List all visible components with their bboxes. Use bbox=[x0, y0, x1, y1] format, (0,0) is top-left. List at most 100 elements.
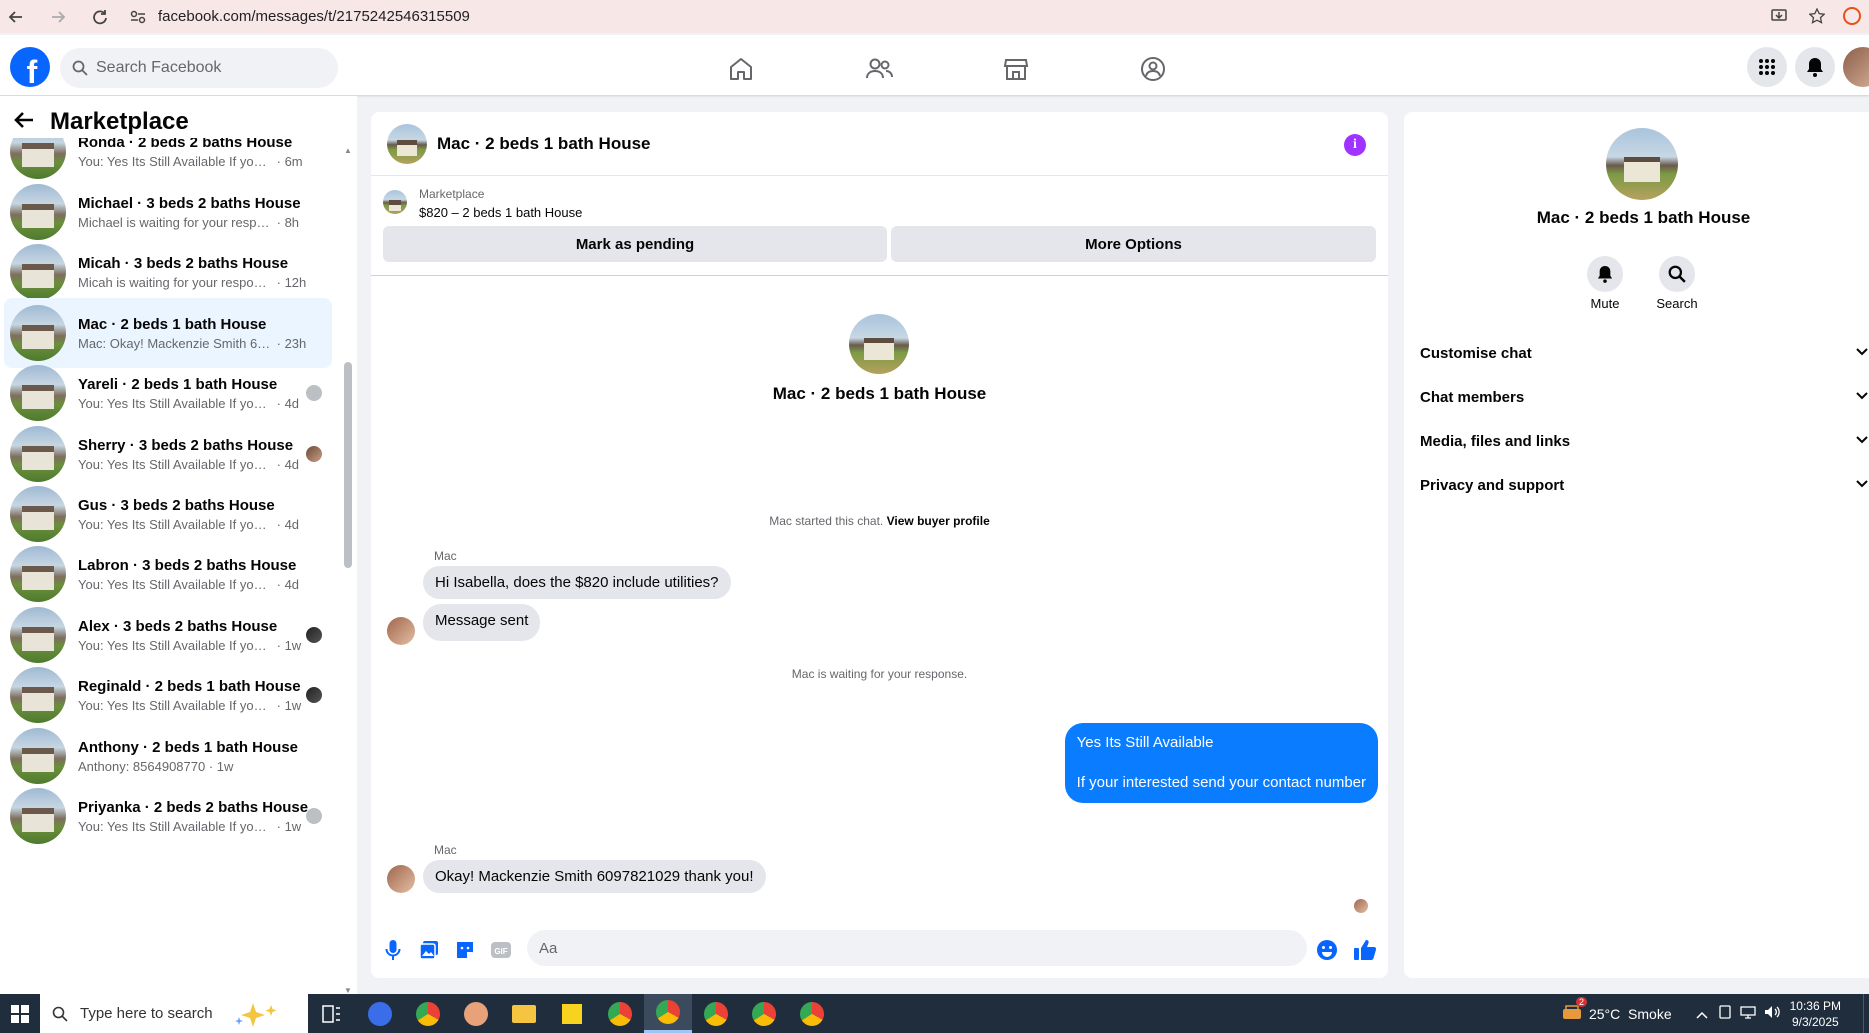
chat-listing-thumbnail[interactable] bbox=[387, 123, 427, 164]
seen-avatar bbox=[306, 808, 322, 824]
taskbar-chrome-icon[interactable] bbox=[788, 994, 836, 1033]
taskbar-app-c-icon[interactable] bbox=[356, 994, 404, 1033]
system-clock[interactable]: 10:36 PM 9/3/2025 bbox=[1790, 998, 1841, 1030]
install-app-icon[interactable] bbox=[1767, 4, 1791, 28]
account-avatar[interactable] bbox=[1843, 47, 1869, 87]
privacy-support-section[interactable]: Privacy and support bbox=[1420, 463, 1869, 507]
chat-header: Mac · 2 beds 1 bath House i bbox=[371, 112, 1388, 176]
nav-home[interactable] bbox=[686, 43, 796, 95]
browser-profile-icon[interactable] bbox=[1843, 7, 1861, 25]
emoji-icon[interactable] bbox=[1315, 938, 1339, 962]
mute-button[interactable] bbox=[1587, 256, 1623, 292]
taskbar-chrome-icon[interactable] bbox=[596, 994, 644, 1033]
thumbs-up-icon[interactable] bbox=[1353, 938, 1377, 962]
listing-price[interactable]: $820 – 2 beds 1 bath House bbox=[419, 205, 582, 220]
sender-avatar[interactable] bbox=[387, 617, 415, 645]
conversation-item[interactable]: Priyanka · 2 beds 2 baths House You: Yes… bbox=[4, 781, 332, 851]
conversation-item[interactable]: Micah · 3 beds 2 baths House Micah is wa… bbox=[4, 237, 332, 307]
menu-button[interactable] bbox=[1747, 47, 1787, 87]
nav-groups[interactable] bbox=[1098, 43, 1208, 95]
listing-thumbnail bbox=[10, 305, 66, 361]
system-tray: 2 25°C Smoke 10:36 PM 9/3/2025 bbox=[1561, 994, 1869, 1033]
nav-friends[interactable] bbox=[824, 43, 934, 95]
incoming-message[interactable]: Message sent bbox=[423, 604, 541, 641]
conversation-item[interactable]: Reginald · 2 beds 1 bath House You: Yes … bbox=[4, 660, 332, 730]
taskbar-sticky-notes-icon[interactable] bbox=[548, 994, 596, 1033]
friends-icon bbox=[866, 58, 893, 79]
conversation-name: Michael · 3 beds 2 baths House bbox=[78, 194, 301, 212]
listing-thumbnail bbox=[10, 244, 66, 300]
tray-overflow-icon[interactable] bbox=[1696, 1006, 1708, 1022]
scroll-up-arrow-icon[interactable]: ▲ bbox=[343, 146, 353, 155]
network-icon[interactable] bbox=[1739, 1005, 1756, 1022]
section-label: Chat members bbox=[1420, 388, 1525, 406]
chat-members-section[interactable]: Chat members bbox=[1420, 375, 1869, 419]
taskbar-chrome-icon[interactable] bbox=[740, 994, 788, 1033]
customise-chat-section[interactable]: Customise chat bbox=[1420, 331, 1869, 375]
mute-action[interactable]: Mute bbox=[1575, 256, 1635, 311]
reload-icon[interactable] bbox=[86, 3, 114, 31]
taskbar-chrome-icon[interactable] bbox=[692, 994, 740, 1033]
seen-avatar bbox=[306, 385, 322, 401]
incoming-message[interactable]: Hi Isabella, does the $820 include utili… bbox=[423, 566, 731, 599]
conversation-preview: You: Yes Its Still Available If your ... bbox=[78, 637, 273, 653]
search-icon bbox=[52, 1006, 68, 1022]
scroll-down-arrow-icon[interactable]: ▼ bbox=[343, 986, 353, 995]
read-receipt-avatar bbox=[1354, 899, 1368, 913]
conversation-preview: You: Yes Its Still Available If your ... bbox=[78, 697, 273, 713]
conversation-time: 23h bbox=[284, 335, 307, 351]
windows-taskbar: Type here to search 2 25°C Smoke 10:36 P bbox=[0, 994, 1869, 1033]
conversation-preview: You: Yes Its Still Available If your int… bbox=[78, 576, 273, 592]
weather-text[interactable]: 25°C Smoke bbox=[1589, 1006, 1672, 1022]
back-icon[interactable] bbox=[2, 3, 30, 31]
incoming-message[interactable]: Okay! Mackenzie Smith 6097821029 thank y… bbox=[423, 860, 766, 893]
sidebar-scrollbar[interactable]: ▲ ▼ bbox=[341, 146, 353, 995]
bookmark-star-icon[interactable] bbox=[1805, 4, 1829, 28]
search-in-conversation-button[interactable] bbox=[1659, 256, 1695, 292]
microphone-icon[interactable] bbox=[381, 938, 405, 962]
gif-icon[interactable]: GIF bbox=[489, 938, 513, 962]
message-input[interactable] bbox=[527, 930, 1307, 966]
info-icon[interactable]: i bbox=[1344, 134, 1366, 156]
conversation-name: Reginald · 2 beds 1 bath House bbox=[78, 677, 301, 695]
conversation-preview: You: Yes Its Still Available If your in.… bbox=[78, 153, 273, 169]
conversation-item[interactable]: Labron · 3 beds 2 baths House You: Yes I… bbox=[4, 539, 332, 609]
windows-start-icon[interactable] bbox=[0, 994, 40, 1033]
attach-photo-icon[interactable] bbox=[417, 938, 441, 962]
more-options-button[interactable]: More Options bbox=[891, 226, 1376, 262]
taskbar-app-icon[interactable] bbox=[452, 994, 500, 1033]
facebook-search[interactable] bbox=[60, 48, 338, 88]
taskbar-chrome-active-icon[interactable] bbox=[644, 994, 692, 1033]
volume-icon[interactable] bbox=[1764, 1005, 1780, 1022]
taskbar-chrome-icon[interactable] bbox=[404, 994, 452, 1033]
address-bar[interactable]: facebook.com/messages/t/2175242546315509 bbox=[158, 8, 470, 25]
conversation-time: 4d bbox=[284, 395, 300, 411]
facebook-logo[interactable]: f bbox=[10, 47, 50, 87]
search-input[interactable] bbox=[96, 59, 316, 77]
conversation-item[interactable]: Yareli · 2 beds 1 bath House You: Yes It… bbox=[4, 358, 332, 428]
weather-icon[interactable]: 2 bbox=[1561, 997, 1587, 1024]
notifications-button[interactable] bbox=[1795, 47, 1835, 87]
outgoing-message[interactable]: Yes Its Still Available If your interest… bbox=[1064, 723, 1378, 803]
facebook-header: f bbox=[0, 35, 1869, 95]
chat-title[interactable]: Mac · 2 beds 1 bath House bbox=[437, 134, 651, 154]
search-action[interactable]: Search bbox=[1647, 256, 1707, 311]
media-files-links-section[interactable]: Media, files and links bbox=[1420, 419, 1869, 463]
mark-as-pending-button[interactable]: Mark as pending bbox=[383, 226, 887, 262]
nav-marketplace[interactable] bbox=[961, 43, 1071, 95]
site-info-icon[interactable] bbox=[126, 5, 150, 29]
sticker-icon[interactable] bbox=[453, 938, 477, 962]
listing-banner-thumbnail[interactable] bbox=[383, 190, 407, 214]
forward-icon[interactable] bbox=[44, 3, 72, 31]
back-arrow-icon[interactable] bbox=[14, 109, 36, 135]
taskbar-file-explorer-icon[interactable] bbox=[500, 994, 548, 1033]
taskbar-search[interactable]: Type here to search bbox=[40, 994, 308, 1033]
grid-menu-icon bbox=[1759, 59, 1775, 75]
view-buyer-profile-link[interactable]: View buyer profile bbox=[887, 514, 990, 528]
notification-center-icon[interactable] bbox=[1863, 994, 1869, 1033]
scroll-thumb[interactable] bbox=[344, 362, 352, 568]
tray-app-icon[interactable] bbox=[1718, 1005, 1732, 1022]
sender-avatar[interactable] bbox=[387, 865, 415, 893]
task-view-icon[interactable] bbox=[308, 994, 356, 1033]
details-listing-thumbnail[interactable] bbox=[1606, 128, 1678, 200]
